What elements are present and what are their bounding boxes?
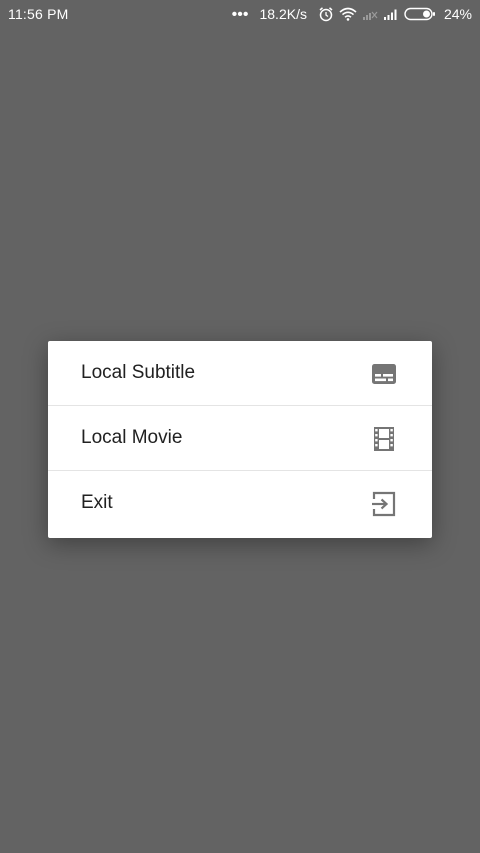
menu-item-label: Local Movie [81,427,183,448]
movie-film-icon [371,426,397,452]
wifi-icon [339,7,357,21]
signal-icon [383,8,399,20]
no-signal-icon [362,8,378,20]
menu-item-local-subtitle[interactable]: Local Subtitle [48,341,432,406]
exit-icon [371,491,397,517]
menu-item-label: Exit [81,492,113,513]
menu-item-exit[interactable]: Exit [48,471,432,535]
popup-menu: Local Subtitle Local Movie Exit [48,341,432,538]
status-time: 11:56 PM [8,6,69,22]
alarm-icon [318,6,334,22]
battery-icon [404,7,436,21]
menu-item-local-movie[interactable]: Local Movie [48,406,432,471]
battery-percent: 24% [443,6,472,22]
status-icons: ••• 18.2K/s 24% [232,5,472,23]
menu-item-label: Local Subtitle [81,362,196,383]
more-notifications-icon: ••• [231,6,249,23]
network-speed: 18.2K/s [259,6,307,22]
subtitles-icon [371,361,397,387]
status-bar: 11:56 PM ••• 18.2K/s 24% [0,0,480,28]
